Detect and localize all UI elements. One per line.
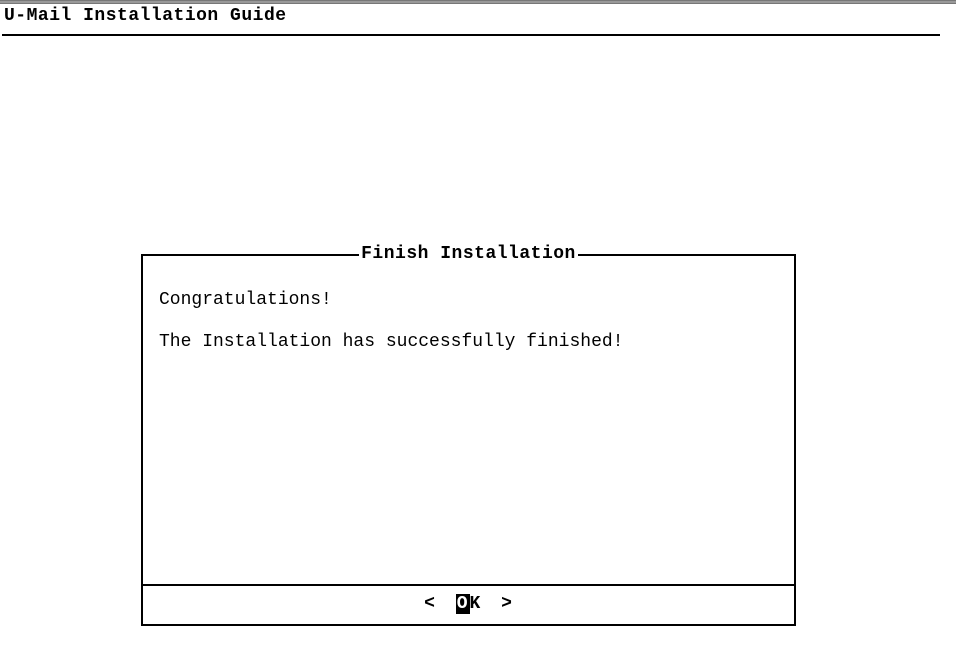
bracket-right: > bbox=[493, 594, 521, 614]
dialog-message-line2: The Installation has successfully finish… bbox=[159, 330, 778, 354]
header-underline bbox=[2, 34, 940, 36]
page-header: U-Mail Installation Guide bbox=[0, 4, 956, 32]
ok-rest-letter: K bbox=[470, 594, 482, 614]
bracket-left: < bbox=[416, 594, 444, 614]
ok-highlight-letter: O bbox=[456, 594, 470, 614]
page-title: U-Mail Installation Guide bbox=[4, 6, 952, 26]
ok-button[interactable]: < OK > bbox=[416, 594, 521, 614]
dialog-body: Congratulations! The Installation has su… bbox=[143, 256, 794, 355]
dialog-message-line1: Congratulations! bbox=[159, 288, 778, 312]
finish-installation-dialog: Finish Installation Congratulations! The… bbox=[141, 254, 796, 626]
dialog-footer: < OK > bbox=[143, 584, 794, 624]
